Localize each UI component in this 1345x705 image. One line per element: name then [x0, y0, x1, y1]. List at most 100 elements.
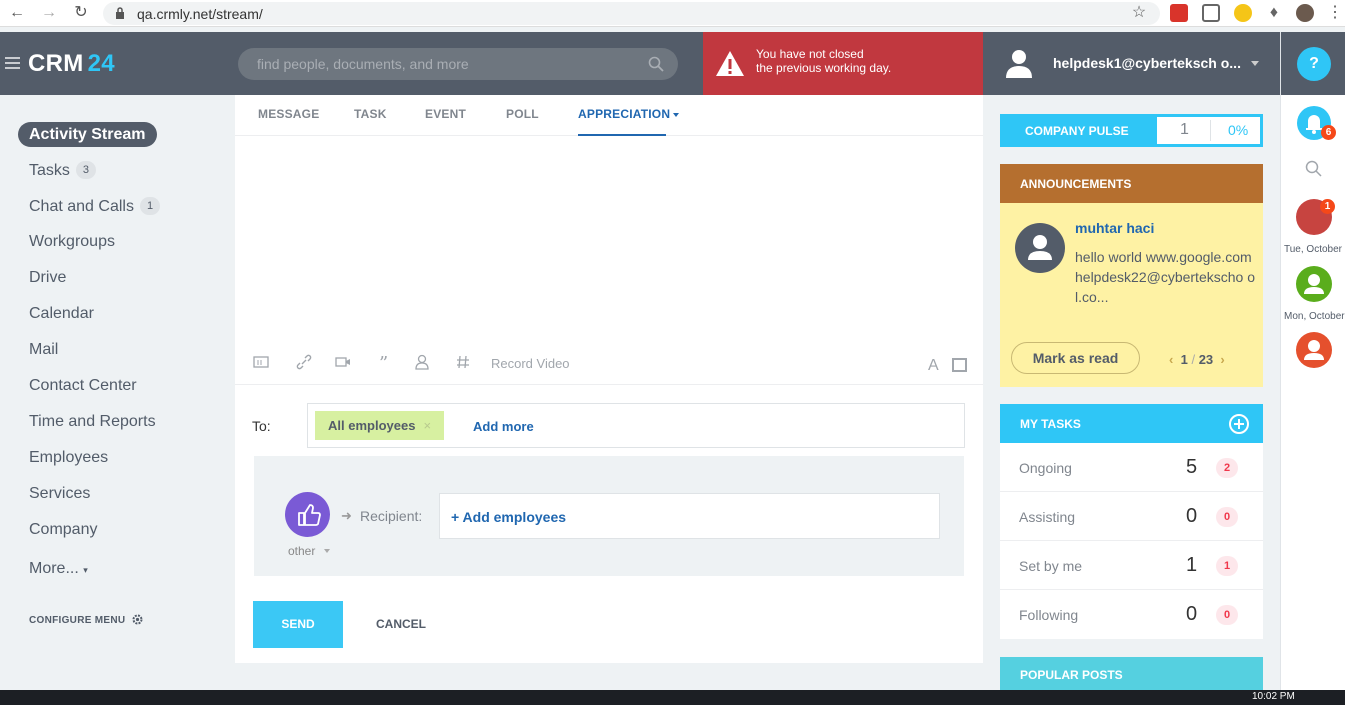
- forward-icon[interactable]: →: [40, 4, 58, 22]
- divider: [1210, 120, 1211, 141]
- pulse-value: 1: [1180, 121, 1189, 138]
- chevron-left-icon[interactable]: ‹: [1169, 352, 1173, 367]
- left-menu: Activity Stream Tasks 3 Chat and Calls 1 W…: [0, 95, 235, 690]
- menu-item-company[interactable]: Company: [29, 521, 97, 539]
- announcement-author[interactable]: muhtar haci: [1075, 220, 1154, 236]
- menu-item-workgroups[interactable]: Workgroups: [29, 233, 115, 251]
- user-avatar-icon: [1006, 50, 1032, 78]
- address-bar[interactable]: qa.crmly.net/stream/: [103, 2, 1160, 25]
- chat-count-badge: 1: [139, 197, 161, 215]
- search-icon[interactable]: [1305, 160, 1323, 178]
- video-icon[interactable]: [335, 354, 351, 370]
- file-upload-icon[interactable]: [253, 354, 269, 370]
- warning-icon: [716, 51, 744, 76]
- cancel-button[interactable]: CANCEL: [376, 617, 426, 631]
- add-task-icon[interactable]: [1229, 414, 1249, 434]
- back-icon[interactable]: ←: [8, 4, 26, 22]
- my-tasks-list: Ongoing 5 2 Assisting 0 0 Set by me 1 1 …: [1000, 443, 1263, 639]
- tab-poll[interactable]: POLL: [506, 107, 539, 121]
- arrow-right-icon: ➜: [341, 508, 352, 523]
- counter-badge: 2: [1216, 458, 1238, 478]
- hashtag-icon[interactable]: [455, 354, 471, 370]
- task-row-following[interactable]: Following 0 0: [1000, 590, 1263, 639]
- badge-type-label[interactable]: other: [288, 544, 315, 558]
- screen-extension-icon[interactable]: [1202, 4, 1220, 22]
- badge-selector[interactable]: [285, 492, 330, 537]
- profile-avatar[interactable]: [1296, 4, 1314, 22]
- notifications-button[interactable]: 6: [1297, 106, 1336, 140]
- menu-item-activity-stream[interactable]: Activity Stream: [18, 122, 157, 147]
- menu-item-tasks[interactable]: Tasks 3: [29, 161, 97, 180]
- user-menu[interactable]: helpdesk1@cyberteksch o...: [983, 32, 1280, 95]
- appreciation-box: other ➜ Recipient: + Add employees: [254, 456, 964, 576]
- menu-item-mail[interactable]: Mail: [29, 341, 58, 359]
- message-editor[interactable]: [235, 137, 983, 342]
- chat-avatar-user[interactable]: [1296, 332, 1332, 368]
- counter-badge: 0: [1216, 507, 1238, 527]
- search-input[interactable]: find people, documents, and more: [238, 48, 678, 80]
- bookmark-star-icon[interactable]: ☆: [1130, 4, 1148, 22]
- puzzle-extensions-icon[interactable]: ♦: [1265, 4, 1283, 22]
- close-icon[interactable]: ×: [423, 418, 431, 433]
- help-area: ?: [1281, 32, 1345, 95]
- menu-item-more[interactable]: More... ▾: [29, 560, 88, 578]
- chevron-down-icon[interactable]: [324, 549, 330, 553]
- task-row-assisting[interactable]: Assisting 0 0: [1000, 492, 1263, 541]
- kebab-menu-icon[interactable]: ⋮: [1326, 4, 1344, 22]
- search-icon[interactable]: [648, 56, 664, 72]
- hamburger-icon[interactable]: [5, 57, 20, 69]
- chevron-down-icon[interactable]: [673, 113, 679, 117]
- quote-icon[interactable]: ”: [378, 354, 394, 370]
- mark-as-read-button[interactable]: Mark as read: [1011, 342, 1140, 374]
- author-avatar[interactable]: [1015, 223, 1065, 273]
- menu-item-contact-center[interactable]: Contact Center: [29, 377, 137, 395]
- recipient-label: Recipient:: [360, 508, 423, 524]
- recipients-field[interactable]: All employees × Add more: [307, 403, 965, 448]
- tab-appreciation[interactable]: APPRECIATION: [578, 107, 670, 121]
- user-name: helpdesk1@cyberteksch o...: [1053, 55, 1241, 71]
- lock-icon: [116, 7, 124, 19]
- announcement-card: muhtar haci hello world www.google.com h…: [1000, 203, 1263, 387]
- send-button[interactable]: SEND: [253, 601, 343, 648]
- chevron-down-icon: [1251, 61, 1259, 66]
- toolbar-toggle-icon[interactable]: [952, 358, 967, 372]
- workday-alert[interactable]: You have not closed the previous working…: [703, 32, 983, 95]
- chat-count: 1: [1320, 199, 1335, 214]
- configure-menu-link[interactable]: CONFIGURE MENU: [29, 615, 125, 626]
- app-logo[interactable]: CRM 24: [28, 50, 115, 78]
- add-more-link[interactable]: Add more: [473, 419, 534, 434]
- emoji-extension-icon[interactable]: [1234, 4, 1252, 22]
- tab-event[interactable]: EVENT: [425, 107, 466, 121]
- menu-item-time-reports[interactable]: Time and Reports: [29, 413, 156, 431]
- company-pulse-label: COMPANY PULSE: [1025, 124, 1129, 138]
- notification-count: 6: [1321, 125, 1336, 140]
- tab-message[interactable]: MESSAGE: [258, 107, 319, 121]
- help-button[interactable]: ?: [1297, 47, 1331, 81]
- record-video-button[interactable]: Record Video: [491, 356, 570, 371]
- chevron-right-icon[interactable]: ›: [1220, 352, 1224, 367]
- pdf-extension-icon[interactable]: [1170, 4, 1188, 22]
- task-row-ongoing[interactable]: Ongoing 5 2: [1000, 443, 1263, 492]
- reload-icon[interactable]: ↻: [72, 4, 90, 22]
- chat-avatar-team[interactable]: 1: [1296, 199, 1335, 235]
- menu-item-drive[interactable]: Drive: [29, 269, 66, 287]
- right-side-panel: ? 6 1 Tue, October Mon, October: [1280, 32, 1345, 692]
- text-format-icon[interactable]: A: [928, 357, 939, 375]
- popular-posts-header[interactable]: POPULAR POSTS: [1000, 657, 1263, 690]
- task-row-set-by-me[interactable]: Set by me 1 1: [1000, 541, 1263, 590]
- menu-item-services[interactable]: Services: [29, 485, 90, 503]
- menu-item-chat[interactable]: Chat and Calls 1: [29, 197, 161, 216]
- menu-item-employees[interactable]: Employees: [29, 449, 108, 467]
- thumbs-up-icon: [298, 504, 321, 526]
- link-icon[interactable]: [296, 354, 312, 370]
- company-pulse-widget[interactable]: COMPANY PULSE 1 0%: [1000, 114, 1263, 147]
- chat-avatar-user[interactable]: [1296, 266, 1332, 302]
- menu-item-calendar[interactable]: Calendar: [29, 305, 94, 323]
- gear-icon[interactable]: [131, 613, 144, 626]
- recipient-input[interactable]: + Add employees: [439, 493, 940, 539]
- mention-user-icon[interactable]: [414, 354, 430, 370]
- add-employees-link[interactable]: + Add employees: [451, 509, 566, 525]
- chevron-down-icon: ▾: [83, 565, 88, 575]
- tab-task[interactable]: TASK: [354, 107, 387, 121]
- recipient-chip[interactable]: All employees ×: [315, 411, 445, 440]
